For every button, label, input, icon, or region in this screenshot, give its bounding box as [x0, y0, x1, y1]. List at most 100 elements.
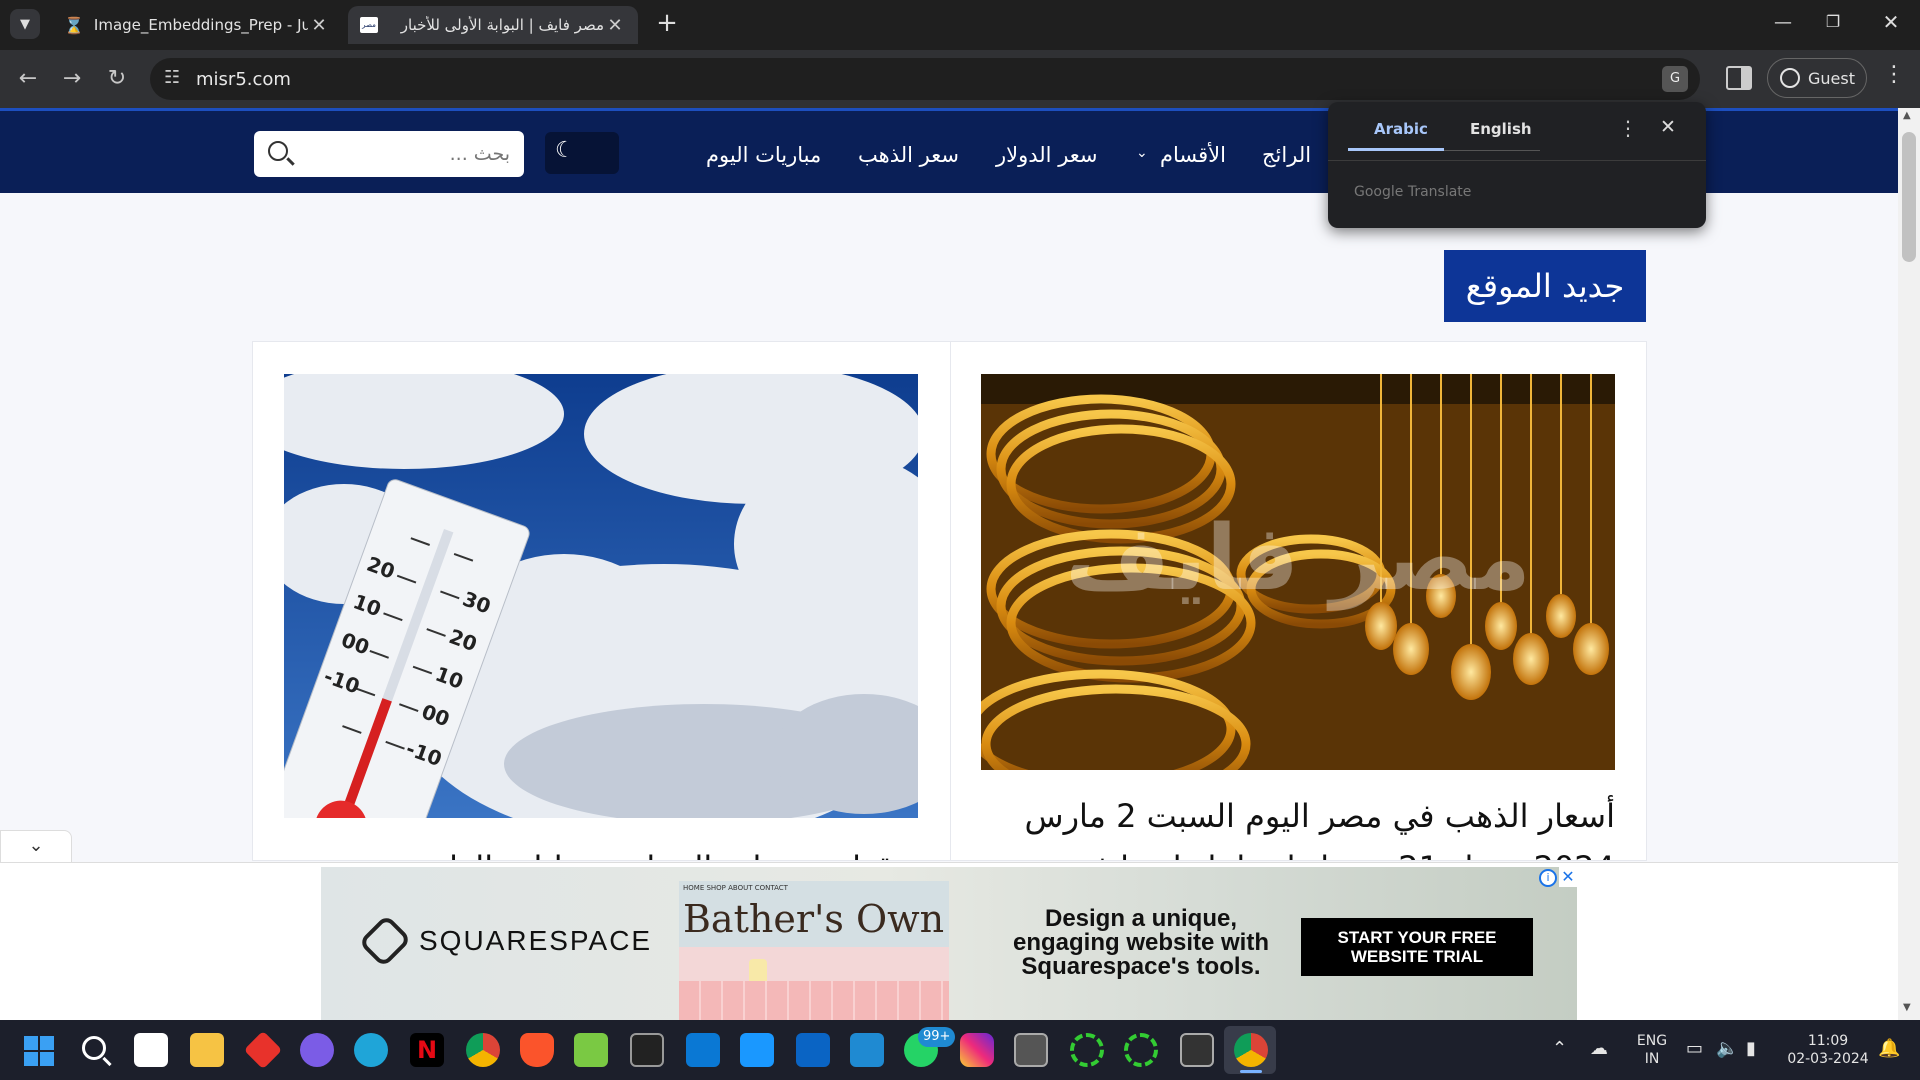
- ad-close-icon[interactable]: ✕: [1559, 867, 1577, 887]
- nav-dollar-price[interactable]: سعر الدولار: [996, 143, 1098, 167]
- svg-text:مصر فايف: مصر فايف: [1065, 506, 1530, 611]
- site-info-icon[interactable]: ☷: [164, 67, 180, 88]
- thermometer-clouds-image: 201000 -103020 1000-10: [284, 374, 918, 818]
- volume-muted-icon[interactable]: 🔈: [1716, 1040, 1738, 1058]
- reload-button[interactable]: ↻: [101, 62, 133, 94]
- browser-tab-bar: ▼ ⌛ Image_Embeddings_Prep - Jupy ✕ مصر م…: [0, 0, 1920, 50]
- prime-video-icon[interactable]: [740, 1033, 774, 1067]
- nav-matches-today[interactable]: مباريات اليوم: [706, 143, 821, 167]
- nav-trending[interactable]: الرائج: [1262, 143, 1311, 167]
- lang-bottom: IN: [1644, 1051, 1660, 1067]
- profile-label: Guest: [1808, 68, 1855, 88]
- search-icon[interactable]: [268, 141, 288, 161]
- ad-info-icon[interactable]: i: [1539, 869, 1557, 887]
- google-translate-brand: Google Translate: [1354, 184, 1472, 200]
- clock-date: 02-03-2024: [1787, 1051, 1869, 1067]
- ad-mock-website: HOME SHOP ABOUT CONTACT Bather's Own: [679, 881, 949, 1020]
- whatsapp-badge: 99+: [918, 1027, 956, 1047]
- clock-time: 11:09: [1807, 1033, 1849, 1049]
- instagram-icon[interactable]: [960, 1033, 994, 1067]
- restore-button[interactable]: ❐: [1818, 12, 1848, 31]
- ad-mock-title: Bather's Own: [679, 895, 949, 947]
- outlook-icon[interactable]: [796, 1033, 830, 1067]
- ad-cta-button[interactable]: START YOUR FREE WEBSITE TRIAL: [1301, 918, 1533, 976]
- paint-icon[interactable]: [574, 1033, 608, 1067]
- article-headline-weather[interactable]: توقعات درجات الحرارة وتقلبات الطقس: [284, 842, 918, 860]
- ad-mock-nav: HOME SHOP ABOUT CONTACT: [679, 881, 949, 895]
- article-image-gold[interactable]: مصر فايف: [981, 374, 1615, 770]
- site-search-box[interactable]: [254, 131, 524, 177]
- moon-icon: ☾: [555, 138, 575, 163]
- scroll-down-icon[interactable]: ▼: [1903, 1002, 1911, 1013]
- chevron-up-icon[interactable]: ⌃: [1552, 1040, 1567, 1058]
- address-bar[interactable]: ☷ misr5.com G: [150, 58, 1700, 100]
- microsoft-store-icon[interactable]: [134, 1033, 168, 1067]
- side-panel-button[interactable]: [1726, 66, 1752, 90]
- person-icon: [1780, 68, 1800, 88]
- active-tab-indicator: [1348, 148, 1444, 151]
- chrome-icon[interactable]: [1234, 1033, 1268, 1067]
- arrow-left-icon: ←: [18, 65, 38, 91]
- tab-search-button[interactable]: ▼: [10, 9, 40, 39]
- powershell-icon[interactable]: [1180, 1033, 1214, 1067]
- chrome-icon[interactable]: [466, 1033, 500, 1067]
- vscode-icon[interactable]: [850, 1033, 884, 1067]
- dark-mode-toggle[interactable]: ☾: [545, 132, 619, 174]
- spinner-icon[interactable]: [1124, 1033, 1158, 1067]
- profile-button[interactable]: Guest: [1767, 58, 1867, 98]
- article-image-weather[interactable]: 20 10 00 -10 30 20 10 00 -10: [284, 374, 918, 818]
- chevron-down-icon: ⌄: [1136, 145, 1148, 161]
- ad-tagline: Design a unique, engaging website with S…: [1012, 905, 1270, 980]
- collapse-ad-button[interactable]: ⌄: [0, 830, 72, 863]
- close-icon[interactable]: ✕: [604, 15, 626, 36]
- more-options-icon[interactable]: ⋮: [1618, 116, 1638, 140]
- section-title: جديد الموقع: [1444, 250, 1646, 322]
- hourglass-icon: ⌛: [64, 15, 84, 35]
- app-window-icon[interactable]: [1014, 1033, 1048, 1067]
- clock[interactable]: 11:09 02-03-2024: [1786, 1032, 1870, 1068]
- page-scrollbar[interactable]: ▲ ▼: [1898, 108, 1920, 1020]
- browser-menu-button[interactable]: ⋮: [1882, 62, 1906, 87]
- article-headline-gold[interactable]: أسعار الذهب في مصر اليوم السبت 2 مارس: [981, 790, 1615, 842]
- squarespace-mark-icon: [358, 914, 412, 968]
- lang-top: ENG: [1636, 1033, 1668, 1049]
- back-button[interactable]: ←: [12, 62, 44, 94]
- tab-misr5[interactable]: مصر مصر فايف | البوابة الأولى للأخبار ✕: [348, 6, 638, 44]
- language-indicator[interactable]: ENG IN: [1632, 1032, 1672, 1068]
- article-headline-gold-line2[interactable]: 2024.. عيار 21 يسجل ارتفاعا طفيفا في: [981, 842, 1615, 860]
- window-close-button[interactable]: ✕: [1876, 10, 1906, 34]
- forward-button[interactable]: →: [56, 62, 88, 94]
- lang-tab-source[interactable]: Arabic: [1374, 120, 1428, 138]
- onedrive-icon[interactable]: ☁: [1590, 1040, 1608, 1058]
- squarespace-logo: SQUARESPACE: [358, 914, 652, 968]
- edge-icon[interactable]: [354, 1033, 388, 1067]
- nav-categories[interactable]: الأقسام: [1160, 143, 1226, 167]
- ad-banner[interactable]: SQUARESPACE HOME SHOP ABOUT CONTACT Bath…: [321, 867, 1577, 1020]
- netflix-icon[interactable]: N: [410, 1033, 444, 1067]
- close-icon[interactable]: ✕: [1660, 116, 1676, 138]
- battery-icon[interactable]: ▮: [1746, 1040, 1756, 1058]
- nav-gold-price[interactable]: سعر الذهب: [858, 143, 959, 167]
- tab-title: Image_Embeddings_Prep - Jupy: [93, 16, 308, 34]
- brave-icon[interactable]: [520, 1033, 554, 1067]
- lang-tab-target[interactable]: English: [1470, 120, 1532, 138]
- copilot-icon[interactable]: [300, 1033, 334, 1067]
- new-tab-button[interactable]: +: [652, 8, 682, 38]
- translate-icon[interactable]: G: [1662, 66, 1688, 92]
- close-icon[interactable]: ✕: [308, 15, 330, 36]
- search-input[interactable]: [302, 139, 510, 169]
- minimize-button[interactable]: —: [1768, 12, 1798, 33]
- terminal-window-icon[interactable]: [630, 1033, 664, 1067]
- search-icon[interactable]: [82, 1036, 106, 1060]
- tab-title: مصر فايف | البوابة الأولى للأخبار: [400, 16, 604, 34]
- app-blue-window-icon[interactable]: [686, 1033, 720, 1067]
- file-explorer-icon[interactable]: [190, 1033, 224, 1067]
- notification-bell-icon[interactable]: 🔔: [1878, 1040, 1900, 1058]
- scrollbar-thumb[interactable]: [1902, 132, 1916, 262]
- start-button[interactable]: [24, 1036, 54, 1066]
- scroll-up-icon[interactable]: ▲: [1903, 110, 1911, 121]
- tab-jupyter[interactable]: ⌛ Image_Embeddings_Prep - Jupy ✕: [52, 6, 342, 44]
- spinner-icon[interactable]: [1070, 1033, 1104, 1067]
- network-icon[interactable]: ▭: [1686, 1040, 1703, 1058]
- translate-popup: Arabic English ⋮ ✕ Google Translate: [1328, 102, 1706, 228]
